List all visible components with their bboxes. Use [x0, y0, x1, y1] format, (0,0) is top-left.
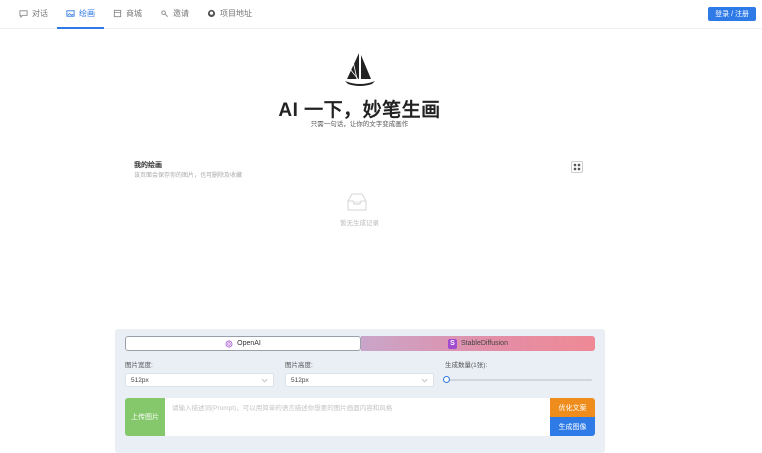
image-icon: [66, 10, 75, 17]
nav-label-chat: 对话: [32, 9, 48, 18]
shop-icon: [113, 9, 122, 18]
empty-inbox-icon: [347, 193, 367, 211]
github-icon: [207, 9, 216, 18]
openai-icon: [225, 340, 233, 347]
width-value: 512px: [131, 376, 149, 384]
my-paintings-title: 我的绘画: [134, 162, 162, 169]
top-nav-bar: 对话 绘画 商城 邀请 项目地址 登录 / 注册: [0, 0, 762, 29]
chevron-down-icon: [261, 378, 268, 383]
empty-state-text: 暂无生成记录: [340, 220, 379, 227]
chevron-down-icon: [421, 378, 428, 383]
gallery-toggle-button[interactable]: [571, 161, 583, 173]
count-slider-track[interactable]: [445, 379, 592, 381]
upload-image-button[interactable]: 上传图片: [125, 398, 165, 436]
prompt-area: 上传图片 优化文案 生成图像: [125, 398, 595, 436]
nav-label-shop: 商城: [126, 9, 142, 18]
height-value: 512px: [291, 376, 309, 384]
generation-panel: OpenAI S StableDiffusion 图片宽度: 512px 图片高…: [115, 329, 605, 453]
tab-openai[interactable]: OpenAI: [125, 336, 361, 351]
sailboat-logo-icon: [345, 53, 375, 86]
tab-openai-label: OpenAI: [237, 340, 261, 347]
width-label: 图片宽度:: [125, 362, 153, 369]
prompt-input[interactable]: [172, 402, 552, 432]
nav-label-project: 项目地址: [220, 9, 252, 18]
count-slider-handle[interactable]: [443, 376, 450, 383]
height-label: 图片高度:: [285, 362, 313, 369]
nav-item-painting[interactable]: 绘画: [57, 0, 104, 29]
my-paintings-description: 该页面会保存你的图片，也可删除及收藏: [134, 173, 243, 179]
count-label: 生成数量(1张):: [445, 362, 488, 369]
grid-icon: [573, 163, 581, 171]
invite-icon: [161, 10, 168, 17]
nav-item-project[interactable]: 项目地址: [198, 0, 261, 29]
nav-label-painting: 绘画: [79, 9, 95, 18]
generate-image-button[interactable]: 生成图像: [550, 417, 595, 436]
tab-stablediffusion[interactable]: S StableDiffusion: [361, 336, 595, 351]
nav-item-chat[interactable]: 对话: [10, 0, 57, 29]
login-register-button[interactable]: 登录 / 注册: [708, 7, 756, 21]
hero-subtitle: 只需一句话，让你的文字变成画作: [310, 121, 409, 128]
provider-tabs: OpenAI S StableDiffusion: [125, 336, 595, 351]
width-select[interactable]: 512px: [125, 373, 274, 387]
optimize-prompt-button[interactable]: 优化文案: [550, 398, 595, 417]
nav-item-invite[interactable]: 邀请: [151, 0, 198, 29]
tab-stablediffusion-label: StableDiffusion: [461, 340, 508, 347]
stablediffusion-icon: S: [448, 338, 458, 349]
height-select[interactable]: 512px: [285, 373, 434, 387]
nav-item-shop[interactable]: 商城: [104, 0, 151, 29]
nav-label-invite: 邀请: [173, 9, 189, 18]
main-nav: 对话 绘画 商城 邀请 项目地址: [10, 0, 261, 29]
chat-icon: [19, 10, 28, 18]
